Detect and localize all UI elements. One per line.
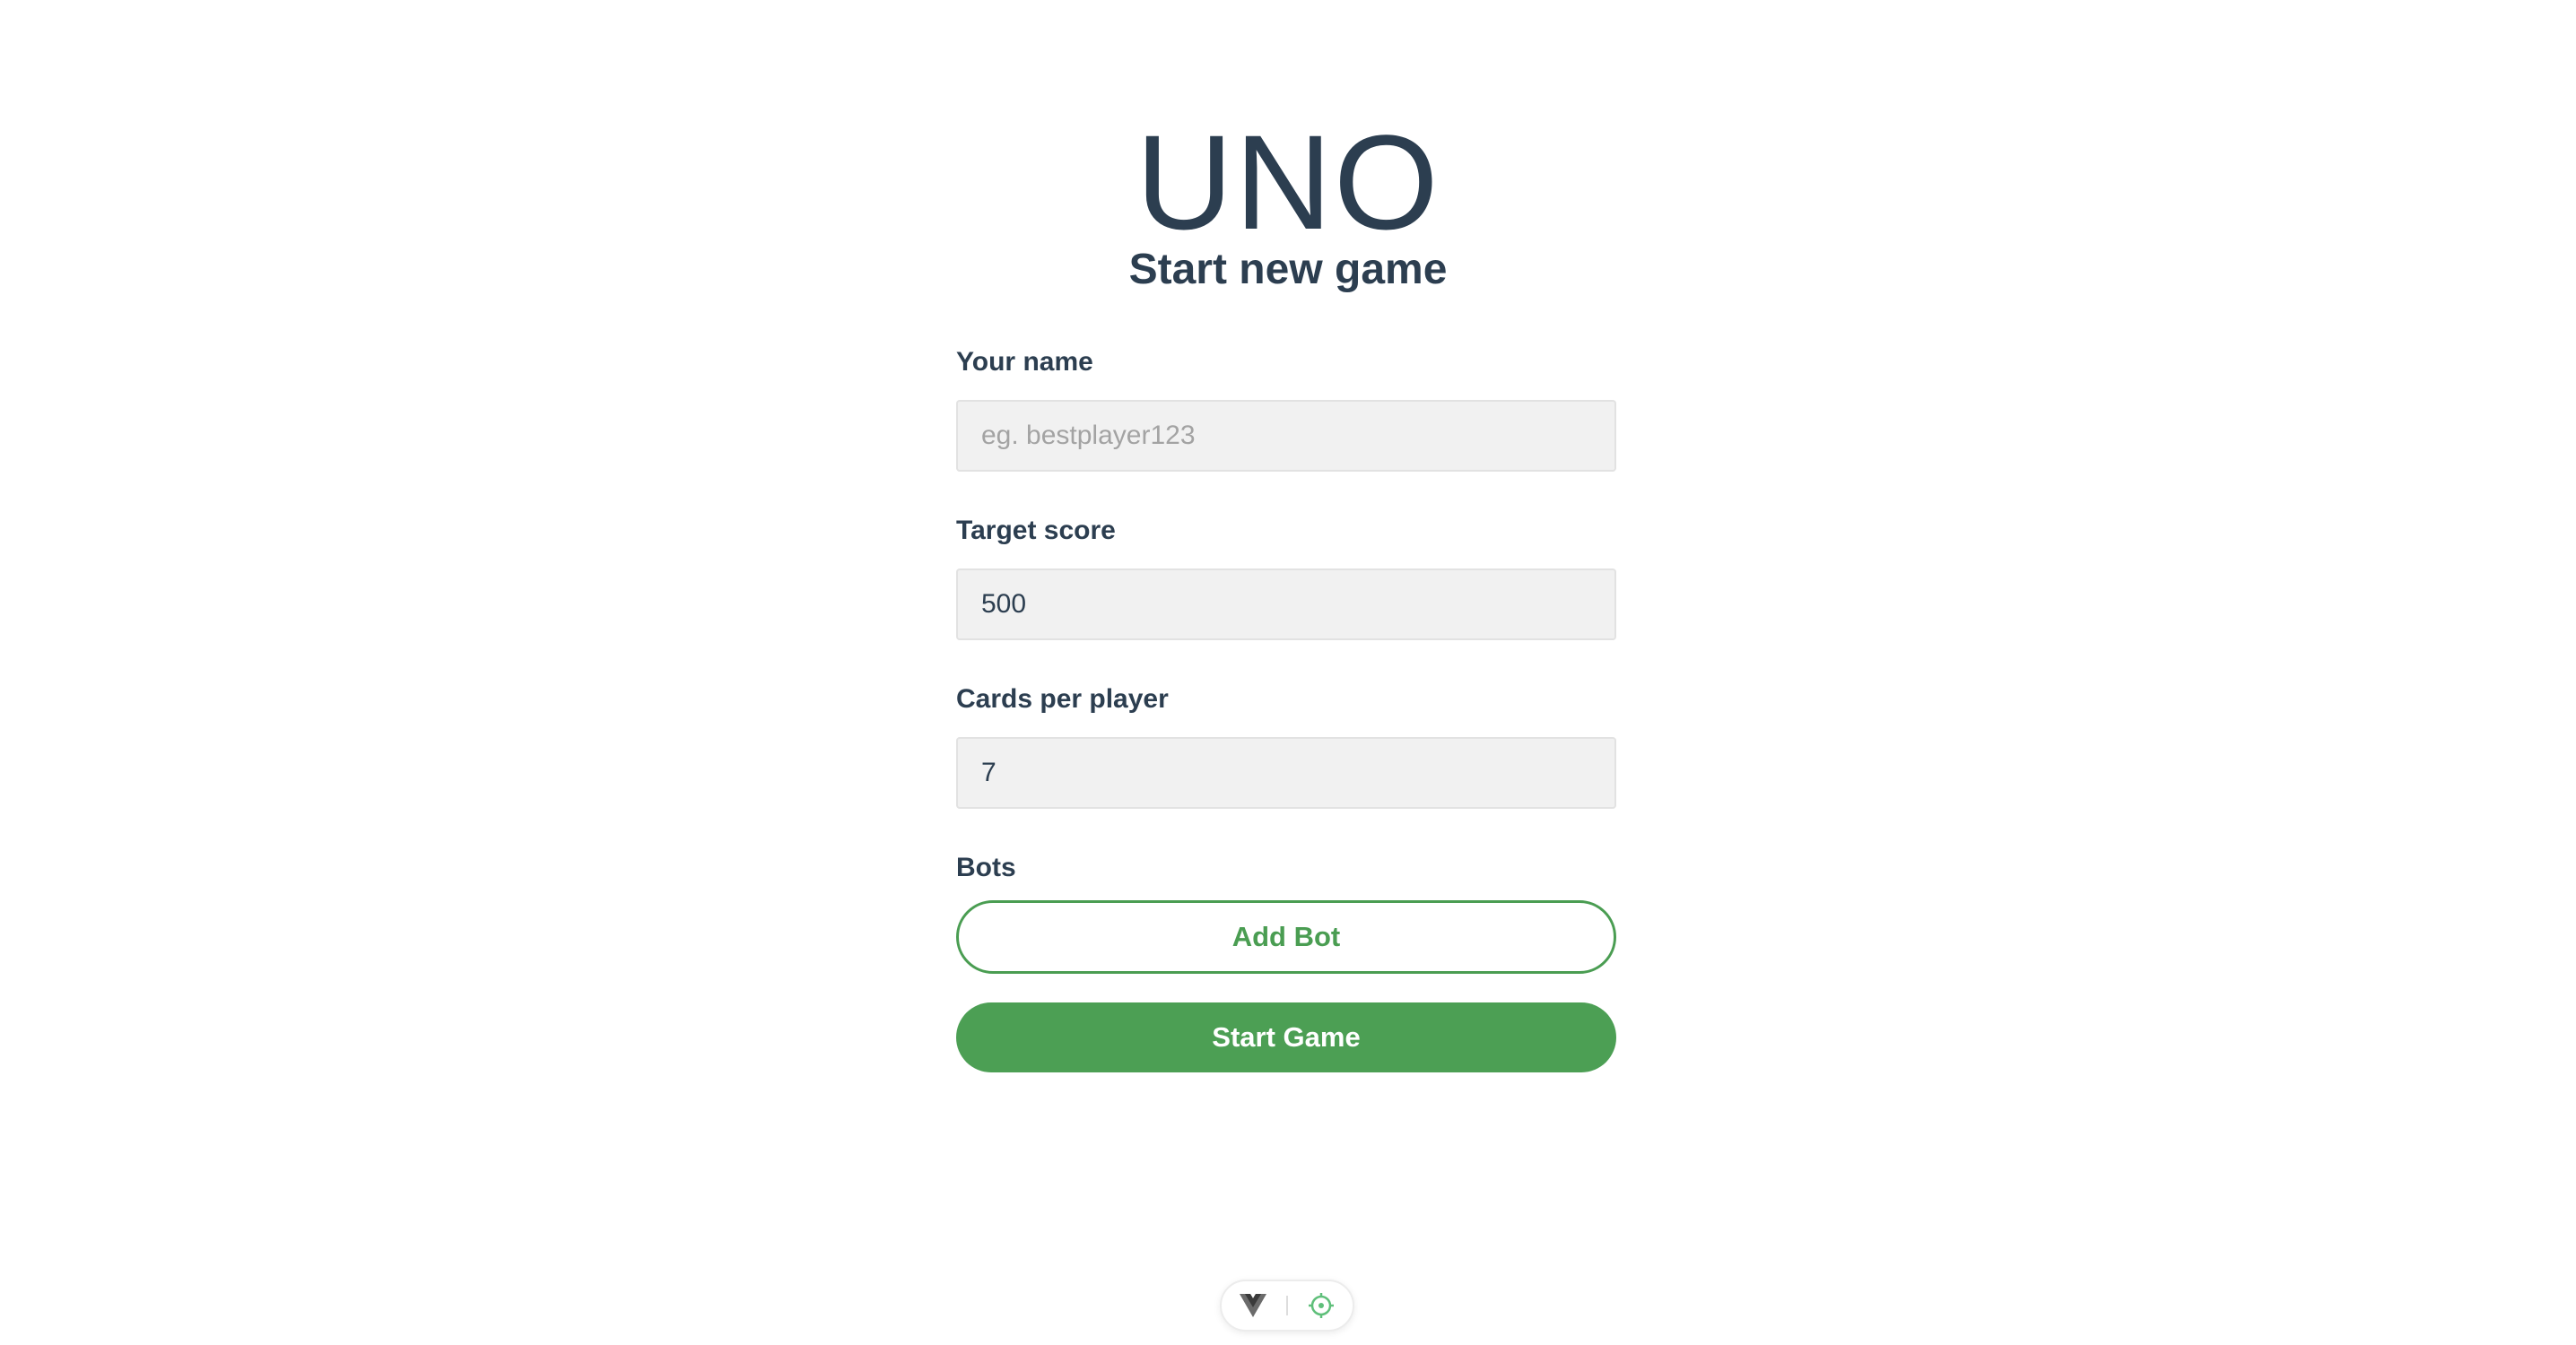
bots-label: Bots: [956, 853, 1016, 882]
target-score-input[interactable]: [956, 568, 1616, 640]
cards-per-player-label: Cards per player: [956, 684, 1169, 714]
vue-logo-icon[interactable]: [1238, 1290, 1268, 1321]
cards-per-player-input[interactable]: [956, 737, 1616, 809]
devtools-toggle[interactable]: [1220, 1280, 1354, 1332]
page-subtitle: Start new game: [1128, 246, 1448, 293]
new-game-form: Your name Target score Cards per player …: [956, 341, 1616, 1072]
name-field-group: Your name: [956, 341, 1616, 472]
name-input[interactable]: [956, 400, 1616, 472]
target-score-field-group: Target score: [956, 509, 1616, 640]
cards-per-player-field-group: Cards per player: [956, 678, 1616, 809]
add-bot-button[interactable]: Add Bot: [956, 900, 1616, 974]
target-score-label: Target score: [956, 516, 1116, 545]
page: UNO Start new game Your name Target scor…: [0, 0, 2576, 1345]
app-title: UNO: [1136, 107, 1440, 257]
devtools-separator: [1286, 1296, 1288, 1315]
crosshair-icon[interactable]: [1306, 1290, 1336, 1321]
start-game-button[interactable]: Start Game: [956, 1002, 1616, 1072]
name-label: Your name: [956, 347, 1093, 377]
